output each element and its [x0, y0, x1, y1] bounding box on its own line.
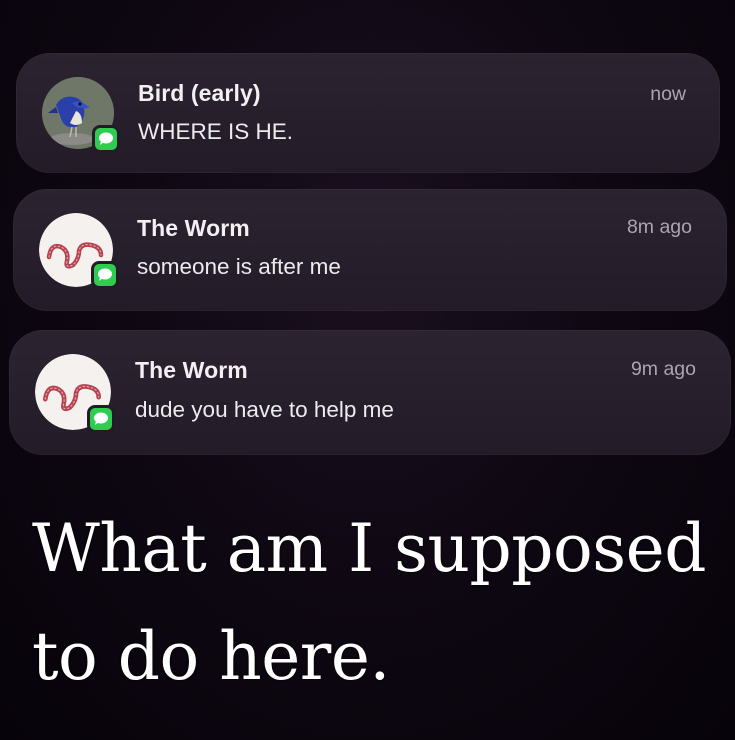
- notification-time: 8m ago: [626, 216, 692, 238]
- messages-app-icon: [87, 405, 115, 433]
- messages-app-icon: [92, 125, 120, 153]
- notification-sender: The Worm: [137, 215, 250, 241]
- notification-time: 9m ago: [630, 358, 696, 380]
- notification-card[interactable]: The Worm someone is after me 8m ago: [13, 189, 727, 311]
- notification-sender: Bird (early): [138, 80, 261, 106]
- notification-sender: The Worm: [135, 357, 248, 383]
- notification-message: dude you have to help me: [135, 397, 394, 422]
- lock-screen: Bird (early) WHERE IS HE. now The Worm s…: [0, 0, 735, 740]
- notification-message: WHERE IS HE.: [138, 119, 294, 144]
- messages-app-icon: [91, 261, 119, 289]
- meme-caption: What am I supposed to do here.: [32, 510, 706, 695]
- notification-card[interactable]: Bird (early) WHERE IS HE. now: [16, 53, 720, 173]
- notification-time: now: [650, 83, 686, 105]
- notification-card[interactable]: The Worm dude you have to help me 9m ago: [9, 330, 731, 455]
- notification-message: someone is after me: [137, 254, 341, 279]
